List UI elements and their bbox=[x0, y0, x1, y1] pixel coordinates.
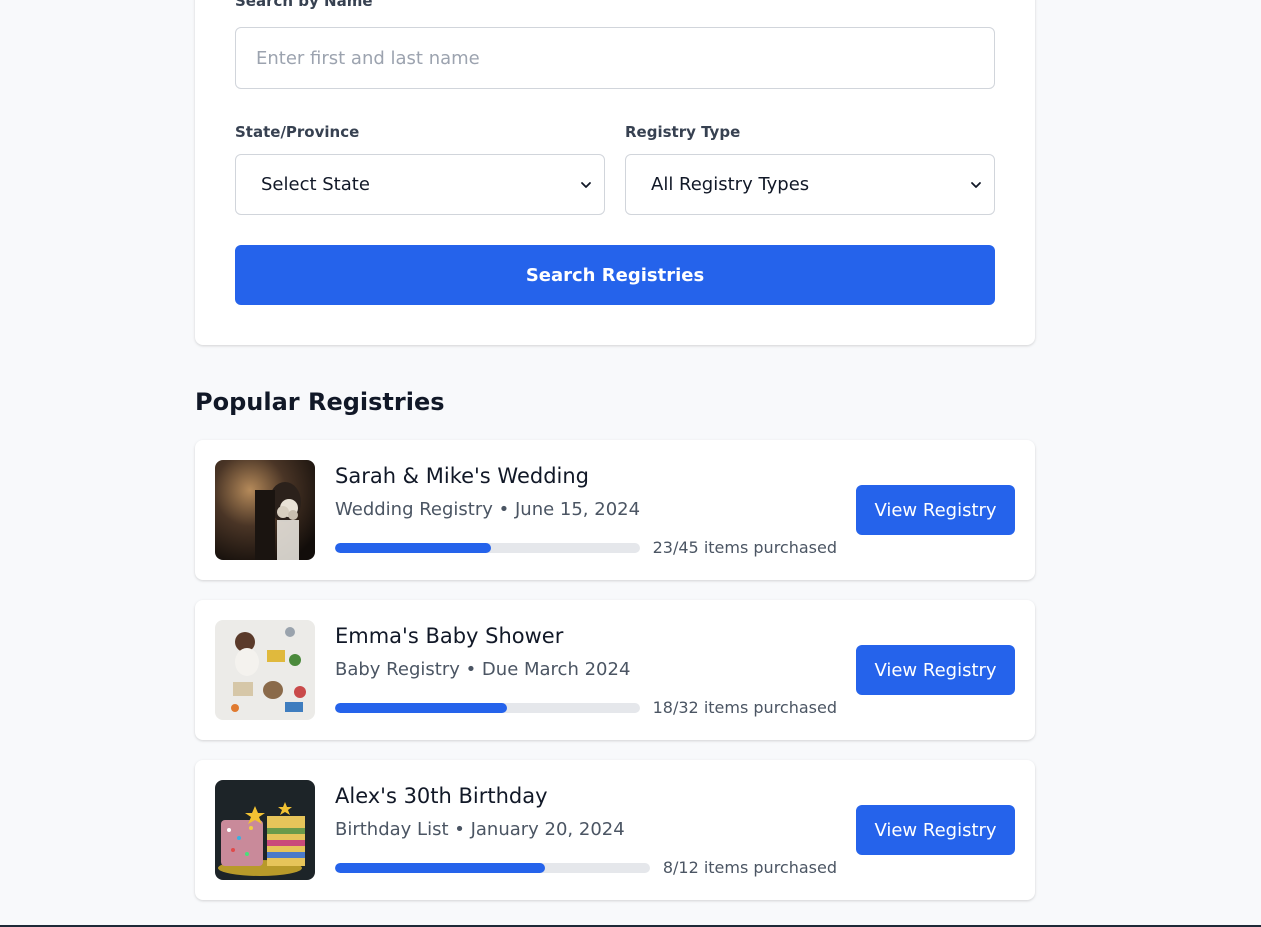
registry-meta: Wedding Registry • June 15, 2024 bbox=[335, 499, 641, 520]
search-registries-button[interactable]: Search Registries bbox=[235, 245, 995, 305]
view-registry-button[interactable]: View Registry bbox=[856, 485, 1015, 535]
registry-progress-text: 18/32 items purchased bbox=[652, 698, 837, 717]
registry-progress-text: 8/12 items purchased bbox=[662, 858, 837, 877]
view-registry-button[interactable]: View Registry bbox=[856, 645, 1015, 695]
birthday-cake-photo bbox=[215, 780, 315, 880]
page: Search by Name State/Province Select Sta… bbox=[0, 0, 1261, 927]
registry-name: Emma's Baby Shower bbox=[335, 624, 564, 648]
registry-card: Sarah & Mike's Wedding Wedding Registry … bbox=[195, 440, 1035, 580]
state-select-value: Select State bbox=[261, 174, 370, 195]
registry-progress-fill bbox=[335, 543, 491, 553]
registry-type-select[interactable]: All Registry Types bbox=[625, 154, 995, 215]
registry-progress-fill bbox=[335, 863, 545, 873]
chevron-down-icon bbox=[971, 181, 981, 188]
registry-card: Emma's Baby Shower Baby Registry • Due M… bbox=[195, 600, 1035, 740]
registry-name: Alex's 30th Birthday bbox=[335, 784, 548, 808]
state-label: State/Province bbox=[235, 123, 360, 141]
registry-progress-text: 23/45 items purchased bbox=[652, 538, 837, 557]
baby-photo bbox=[215, 620, 315, 720]
registry-progress-bar bbox=[335, 543, 640, 553]
registry-type-label: Registry Type bbox=[625, 123, 741, 141]
registry-progress-fill bbox=[335, 703, 507, 713]
search-name-label: Search by Name bbox=[235, 0, 373, 10]
registry-progress-bar bbox=[335, 863, 650, 873]
registry-meta: Baby Registry • Due March 2024 bbox=[335, 659, 631, 680]
wedding-photo bbox=[215, 460, 315, 560]
view-registry-button[interactable]: View Registry bbox=[856, 805, 1015, 855]
search-card: Search by Name State/Province Select Sta… bbox=[195, 0, 1035, 345]
registry-name: Sarah & Mike's Wedding bbox=[335, 464, 589, 488]
registry-type-select-value: All Registry Types bbox=[651, 174, 810, 195]
registry-card: Alex's 30th Birthday Birthday List • Jan… bbox=[195, 760, 1035, 900]
chevron-down-icon bbox=[581, 181, 591, 188]
search-name-input[interactable] bbox=[235, 27, 995, 89]
popular-registries-title: Popular Registries bbox=[195, 388, 445, 416]
state-select[interactable]: Select State bbox=[235, 154, 605, 215]
registry-meta: Birthday List • January 20, 2024 bbox=[335, 819, 625, 840]
registry-progress-bar bbox=[335, 703, 640, 713]
